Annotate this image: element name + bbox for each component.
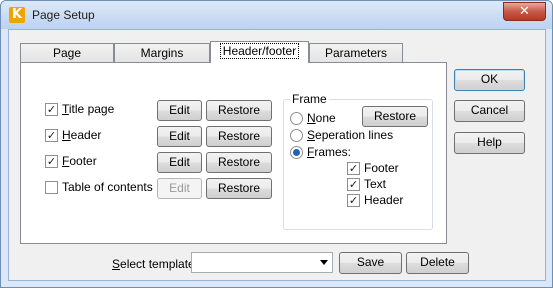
tab-parameters[interactable]: Parameters: [309, 43, 403, 63]
close-icon: ✕: [519, 4, 530, 19]
frame-groupbox: Frame Restore None Seperation lines Fram…: [283, 92, 433, 230]
tab-margins[interactable]: Margins: [114, 43, 210, 63]
tab-margins-label: Margins: [140, 46, 184, 60]
frame-text-label: Text: [364, 177, 387, 191]
frame-groupbox-title: Frame: [290, 92, 329, 106]
footer-label: Footer: [62, 154, 97, 168]
radio-none-label: None: [307, 111, 336, 125]
dialog-client-area: Page Margins Header/footer Parameters ✓ …: [8, 29, 546, 281]
table-of-contents-checkbox[interactable]: [45, 181, 58, 194]
table-of-contents-restore-button[interactable]: Restore: [206, 178, 272, 199]
header-label: Header: [62, 128, 102, 142]
close-button[interactable]: ✕: [503, 2, 546, 21]
save-template-button[interactable]: Save: [339, 252, 402, 274]
frame-footer-checkbox[interactable]: ✓: [347, 162, 360, 175]
footer-checkbox[interactable]: ✓: [45, 155, 58, 168]
radio-seperation-lines[interactable]: [290, 129, 303, 142]
frame-text-checkbox[interactable]: ✓: [347, 178, 360, 191]
ok-button[interactable]: OK: [454, 69, 525, 91]
app-icon: K: [9, 7, 25, 23]
table-of-contents-edit-button[interactable]: Edit: [157, 178, 202, 199]
select-template-combobox[interactable]: [191, 252, 333, 273]
page-setup-dialog: K Page Setup ✕ Page Margins Header/foote…: [0, 0, 553, 288]
select-template-label: Select template:: [112, 257, 199, 271]
help-button[interactable]: Help: [454, 132, 525, 154]
radio-frames-label: Frames:: [307, 145, 352, 159]
title-page-label: Title page: [62, 102, 115, 116]
delete-template-button[interactable]: Delete: [406, 252, 469, 274]
radio-none[interactable]: [290, 112, 303, 125]
frame-header-checkbox[interactable]: ✓: [347, 194, 360, 207]
window-title: Page Setup: [32, 8, 95, 22]
radio-seperation-lines-label: Seperation lines: [307, 128, 394, 142]
table-of-contents-label: Table of contents: [62, 180, 153, 194]
header-footer-panel: ✓ Title page Edit Restore ✓ Header Edit …: [20, 62, 447, 244]
tab-page[interactable]: Page: [20, 43, 114, 63]
tab-header-footer-label: Header/footer: [219, 43, 300, 59]
title-page-checkbox[interactable]: ✓: [45, 103, 58, 116]
title-bar: K Page Setup ✕: [1, 1, 552, 29]
tab-parameters-label: Parameters: [324, 46, 388, 60]
frame-header-label: Header: [364, 193, 404, 207]
chevron-down-icon[interactable]: [320, 260, 328, 265]
header-checkbox[interactable]: ✓: [45, 129, 58, 142]
tab-page-label: Page: [52, 46, 82, 60]
header-restore-button[interactable]: Restore: [206, 126, 272, 147]
title-page-restore-button[interactable]: Restore: [206, 100, 272, 121]
cancel-button[interactable]: Cancel: [454, 100, 525, 122]
title-page-edit-button[interactable]: Edit: [157, 100, 202, 121]
frame-footer-label: Footer: [364, 161, 399, 175]
header-edit-button[interactable]: Edit: [157, 126, 202, 147]
tab-header-footer[interactable]: Header/footer: [210, 41, 309, 63]
footer-edit-button[interactable]: Edit: [157, 152, 202, 173]
radio-frames[interactable]: [290, 146, 303, 159]
footer-restore-button[interactable]: Restore: [206, 152, 272, 173]
frame-restore-button[interactable]: Restore: [362, 106, 428, 127]
